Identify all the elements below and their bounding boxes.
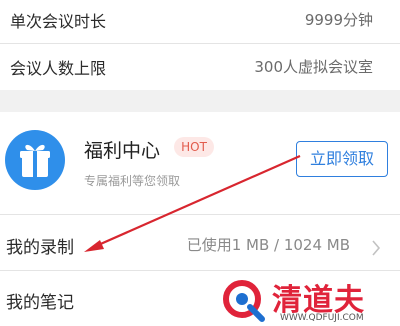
my-recordings-label: 我的录制 [6,238,74,258]
qdf-logo-icon [223,280,265,322]
my-recordings-row[interactable]: 我的录制 已使用1 MB / 1024 MB [0,215,400,269]
participant-limit-value: 300人虚拟会议室 [254,58,373,76]
participant-limit-row: 会议人数上限 300人虚拟会议室 [0,44,400,90]
watermark-url: WWW.QDFUJI.COM [280,313,364,323]
claim-now-button[interactable]: 立即领取 [296,141,388,177]
my-notes-label: 我的笔记 [6,293,74,313]
watermark-logo: 清道夫 WWW.QDFUJI.COM [220,275,400,326]
welfare-center-subtitle: 专属福利等您领取 [84,174,181,188]
gift-icon [5,130,65,190]
chevron-right-icon [372,240,381,256]
welfare-center-title: 福利中心 [84,140,161,162]
meeting-duration-value: 9999分钟 [304,11,373,29]
meeting-duration-row: 单次会议时长 9999分钟 [0,0,400,46]
section-gap [0,90,400,112]
participant-limit-label: 会议人数上限 [10,59,107,78]
meeting-duration-label: 单次会议时长 [10,12,107,31]
hot-badge: HOT [174,137,214,157]
recording-usage-value: 已使用1 MB / 1024 MB [186,236,350,254]
